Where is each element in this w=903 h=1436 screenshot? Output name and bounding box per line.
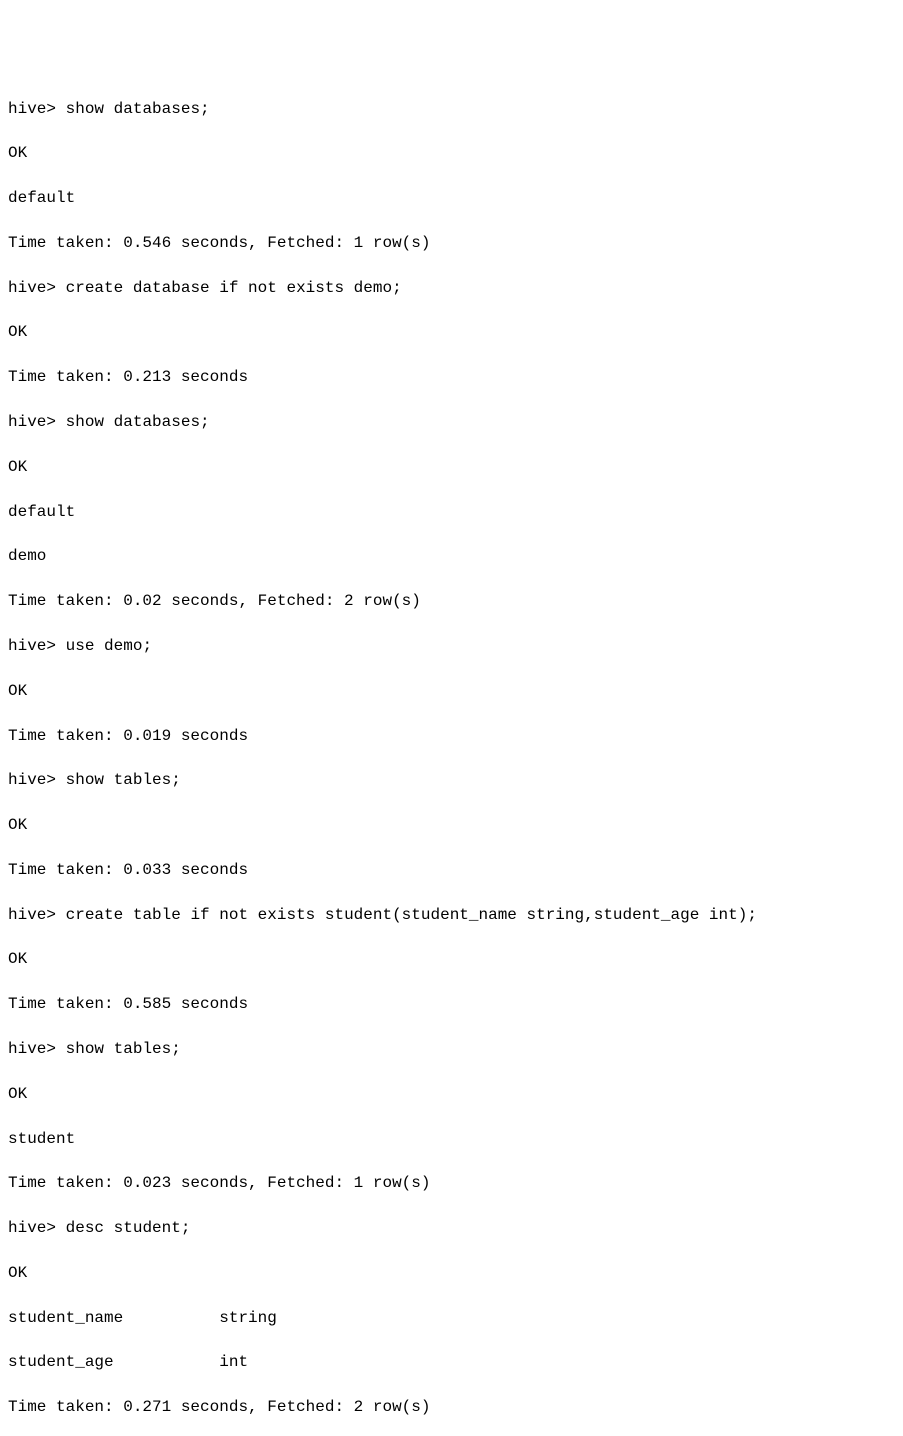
- prompt: hive>: [8, 771, 56, 789]
- prompt: hive>: [8, 1219, 56, 1237]
- time-taken: Time taken: 0.033 seconds: [8, 859, 895, 881]
- result-ok: OK: [8, 1083, 895, 1105]
- command: show databases;: [66, 100, 210, 118]
- result-ok: OK: [8, 680, 895, 702]
- result-ok: OK: [8, 948, 895, 970]
- command: show databases;: [66, 413, 210, 431]
- command: create database if not exists demo;: [66, 279, 402, 297]
- prompt: hive>: [8, 100, 56, 118]
- time-taken: Time taken: 0.019 seconds: [8, 725, 895, 747]
- command: desc student;: [66, 1219, 191, 1237]
- prompt-line: hive> show tables;: [8, 1038, 895, 1060]
- time-taken: Time taken: 0.271 seconds, Fetched: 2 ro…: [8, 1396, 895, 1418]
- prompt-line: hive> show tables;: [8, 769, 895, 791]
- terminal-output: hive> show databases; OK default Time ta…: [8, 75, 895, 1436]
- desc-row: student_ageint: [8, 1351, 895, 1373]
- result-row: demo: [8, 545, 895, 567]
- time-taken: Time taken: 0.213 seconds: [8, 366, 895, 388]
- time-taken: Time taken: 0.02 seconds, Fetched: 2 row…: [8, 590, 895, 612]
- result-row: default: [8, 187, 895, 209]
- desc-row: student_namestring: [8, 1307, 895, 1329]
- time-taken: Time taken: 0.023 seconds, Fetched: 1 ro…: [8, 1172, 895, 1194]
- command: show tables;: [66, 1040, 181, 1058]
- prompt-line: hive> show databases;: [8, 411, 895, 433]
- result-ok: OK: [8, 142, 895, 164]
- command: create table if not exists student(stude…: [66, 906, 757, 924]
- prompt: hive>: [8, 279, 56, 297]
- column-name: student_age: [8, 1351, 219, 1373]
- time-taken: Time taken: 0.585 seconds: [8, 993, 895, 1015]
- prompt: hive>: [8, 906, 56, 924]
- prompt: hive>: [8, 1040, 56, 1058]
- command: show tables;: [66, 771, 181, 789]
- result-row: default: [8, 501, 895, 523]
- prompt-line: hive> use demo;: [8, 635, 895, 657]
- result-ok: OK: [8, 456, 895, 478]
- prompt-line: hive> desc student;: [8, 1217, 895, 1239]
- result-row: student: [8, 1128, 895, 1150]
- column-type: int: [219, 1351, 248, 1373]
- result-ok: OK: [8, 1262, 895, 1284]
- prompt: hive>: [8, 413, 56, 431]
- prompt: hive>: [8, 637, 56, 655]
- command: use demo;: [66, 637, 152, 655]
- time-taken: Time taken: 0.546 seconds, Fetched: 1 ro…: [8, 232, 895, 254]
- result-ok: OK: [8, 814, 895, 836]
- column-type: string: [219, 1307, 277, 1329]
- result-ok: OK: [8, 321, 895, 343]
- prompt-line: hive> create database if not exists demo…: [8, 277, 895, 299]
- prompt-line: hive> create table if not exists student…: [8, 904, 895, 926]
- prompt-line: hive> show databases;: [8, 98, 895, 120]
- column-name: student_name: [8, 1307, 219, 1329]
